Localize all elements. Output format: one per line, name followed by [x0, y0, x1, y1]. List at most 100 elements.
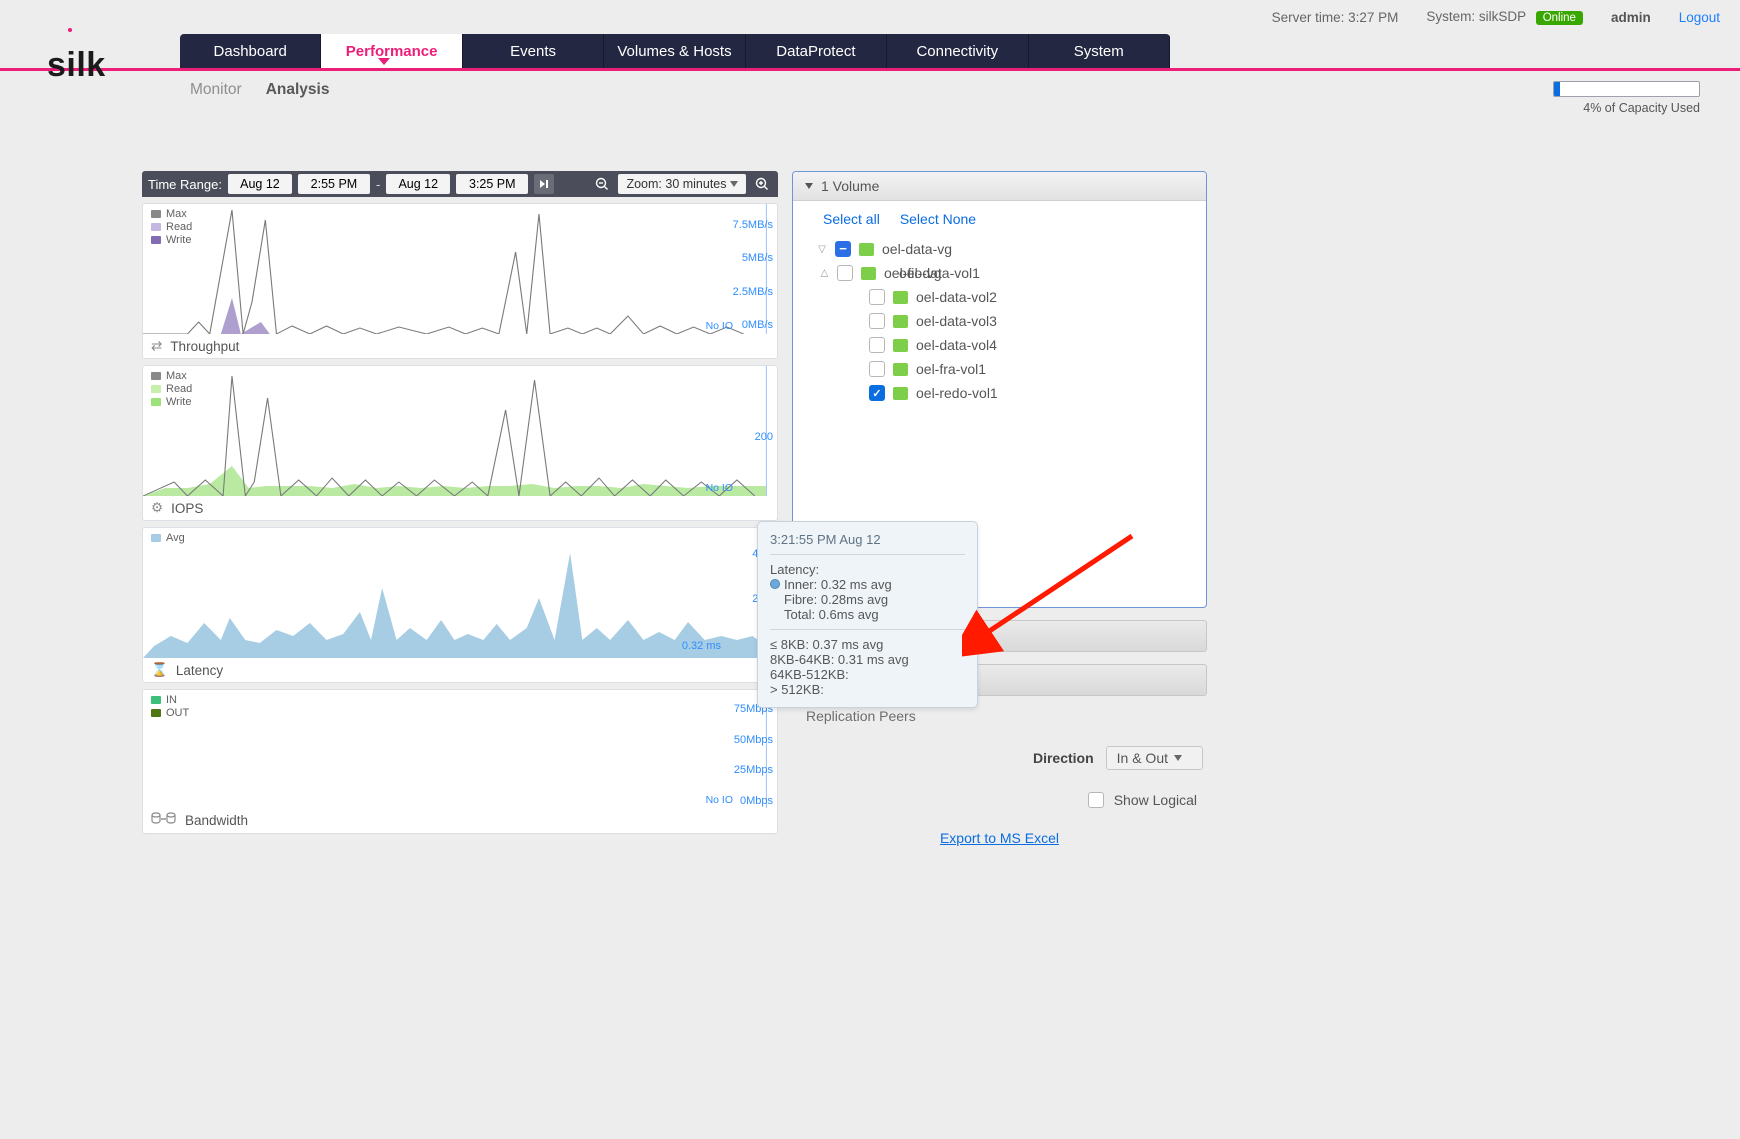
latency-panel: Avg 4ms 2ms 0 0.32 ms ⌛ Latency — [142, 527, 778, 683]
bandwidth-noio: No IO — [706, 794, 733, 806]
replication-peers-label: Replication Peers — [792, 708, 1207, 724]
latency-hourglass-icon[interactable]: ⌛ — [151, 662, 168, 678]
iops-chart[interactable] — [143, 366, 777, 496]
volume-icon — [893, 291, 908, 304]
latency-value-tag: 0.32 ms — [682, 640, 721, 652]
volume-label: oel-data-vol4 — [916, 337, 997, 353]
throughput-chart[interactable] — [143, 204, 777, 334]
bandwidth-chart[interactable] — [143, 690, 777, 808]
throughput-panel: Max Read Write 7.5MB/s 5MB/s 2.5MB/s 0MB… — [142, 203, 778, 359]
direction-select[interactable]: In & Out — [1106, 746, 1203, 770]
capacity-bar — [1553, 81, 1700, 97]
bandwidth-db-icon[interactable] — [151, 812, 177, 829]
latency-tooltip: 3:21:55 PM Aug 12 Latency: Inner: 0.32 m… — [757, 521, 978, 708]
to-date-input[interactable] — [386, 174, 450, 194]
brand-text: silk — [47, 46, 106, 84]
tooltip-inner: Inner: 0.32 ms avg — [784, 577, 892, 592]
zoom-select[interactable]: Zoom: 30 minutes — [618, 174, 746, 194]
tab-dataprotect[interactable]: DataProtect — [746, 34, 887, 68]
volume-checkbox[interactable] — [869, 361, 885, 377]
volume-label: oel-redo-vol1 — [916, 385, 998, 401]
show-logical-checkbox[interactable] — [1088, 792, 1104, 808]
zoom-in-button[interactable] — [752, 174, 772, 194]
tooltip-fibre: Fibre: 0.28ms avg — [770, 592, 965, 607]
system-name: System: silkSDP Online — [1426, 9, 1583, 25]
throughput-swap-icon[interactable]: ⇄ — [151, 338, 162, 354]
volume-group-label: oel-data-vg — [882, 241, 952, 257]
volume-checkbox[interactable] — [869, 289, 885, 305]
magnifier-plus-icon — [755, 177, 769, 191]
capacity-widget: 4% of Capacity Used — [1553, 81, 1700, 115]
tooltip-bucket-3: 64KB-512KB: — [770, 667, 965, 682]
iops-noio: No IO — [706, 482, 733, 494]
tab-performance[interactable]: Performance — [321, 34, 462, 68]
volume-label: oel-data-vol3 — [916, 313, 997, 329]
select-all-link[interactable]: Select all — [823, 211, 880, 227]
from-time-input[interactable] — [298, 174, 370, 194]
group-checkbox[interactable]: − — [835, 241, 851, 257]
server-time: Server time: 3:27 PM — [1272, 10, 1399, 25]
from-date-input[interactable] — [228, 174, 292, 194]
latency-chart[interactable] — [143, 528, 777, 658]
tab-connectivity[interactable]: Connectivity — [887, 34, 1028, 68]
expander-icon[interactable]: ▷ — [819, 268, 829, 278]
expander-icon[interactable]: ▽ — [817, 244, 827, 254]
bandwidth-panel: IN OUT 75Mbps 50Mbps 25Mbps 0Mbps No IO — [142, 689, 778, 834]
volume-group-icon — [861, 267, 876, 280]
show-logical-label: Show Logical — [1114, 792, 1197, 808]
jump-to-end-button[interactable] — [534, 174, 554, 194]
subnav-analysis[interactable]: Analysis — [266, 81, 330, 99]
latency-title: Latency — [176, 663, 223, 678]
export-excel-link[interactable]: Export to MS Excel — [792, 830, 1207, 846]
subnav-monitor[interactable]: Monitor — [190, 81, 242, 99]
volume-icon — [893, 363, 908, 376]
range-dash: - — [376, 177, 380, 192]
throughput-yaxis: 7.5MB/s 5MB/s 2.5MB/s 0MB/s — [733, 204, 773, 346]
select-none-link[interactable]: Select None — [900, 211, 976, 227]
tooltip-latency-label: Latency: — [770, 562, 965, 577]
throughput-title: Throughput — [170, 339, 239, 354]
logo-dot-icon — [68, 28, 72, 32]
volume-icon — [893, 387, 908, 400]
volume-icon — [893, 339, 908, 352]
username: admin — [1611, 10, 1651, 25]
logout-link[interactable]: Logout — [1679, 10, 1720, 25]
tooltip-total: Total: 0.6ms avg — [770, 607, 965, 622]
perf-subnav: Monitor Analysis — [190, 81, 329, 99]
magnifier-minus-icon — [595, 177, 609, 191]
jump-end-icon — [538, 178, 550, 190]
to-time-input[interactable] — [456, 174, 528, 194]
active-tab-caret-icon — [378, 58, 390, 65]
volume-icon — [893, 315, 908, 328]
volumes-header[interactable]: 1 Volume — [793, 172, 1206, 201]
online-badge: Online — [1536, 11, 1583, 25]
accent-divider — [0, 68, 1740, 71]
zoom-out-button[interactable] — [592, 174, 612, 194]
volume-checkbox[interactable] — [869, 337, 885, 353]
tooltip-bucket-2: 8KB-64KB: 0.31 ms avg — [770, 652, 965, 667]
iops-yaxis: 200 — [755, 366, 773, 508]
volume-overlap-label: oel-data-vol1 — [899, 265, 980, 281]
iops-gear-icon[interactable]: ⚙ — [151, 500, 163, 516]
volume-label: oel-data-vol2 — [916, 289, 997, 305]
tab-dashboard[interactable]: Dashboard — [180, 34, 321, 68]
bandwidth-yaxis: 75Mbps 50Mbps 25Mbps 0Mbps — [734, 690, 773, 820]
volume-checkbox[interactable]: ✓ — [869, 385, 885, 401]
volume-group-icon — [859, 243, 874, 256]
brand-logo: silk — [47, 46, 106, 85]
chevron-down-icon — [1174, 755, 1182, 761]
tooltip-timestamp: 3:21:55 PM Aug 12 — [770, 532, 965, 547]
group-checkbox[interactable] — [837, 265, 853, 281]
direction-label: Direction — [1033, 750, 1094, 766]
tooltip-bucket-4: > 512KB: — [770, 682, 965, 697]
iops-title: IOPS — [171, 501, 203, 516]
iops-panel: Max Read Write 200 No IO ⚙ IOPS — [142, 365, 778, 521]
time-range-toolbar: Time Range: - Zoom: 30 minutes — [142, 171, 778, 197]
volume-checkbox[interactable] — [869, 313, 885, 329]
tab-system[interactable]: System — [1029, 34, 1170, 68]
tab-volumes-hosts[interactable]: Volumes & Hosts — [604, 34, 745, 68]
tab-events[interactable]: Events — [463, 34, 604, 68]
capacity-label: 4% of Capacity Used — [1583, 101, 1700, 115]
tooltip-dot-icon — [770, 579, 780, 589]
volume-label: oel-fra-vol1 — [916, 361, 986, 377]
